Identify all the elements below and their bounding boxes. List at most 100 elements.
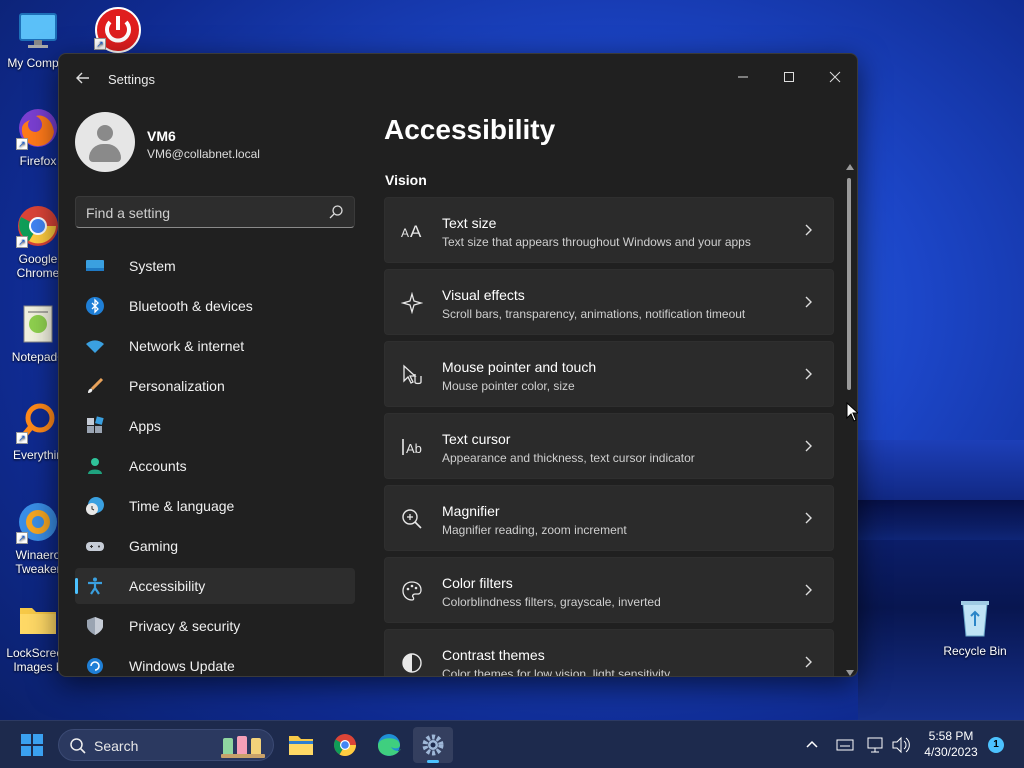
sidebar-item-label: System <box>129 258 176 274</box>
edge-icon <box>378 734 401 756</box>
system-icon <box>85 256 105 276</box>
clock-date: 4/30/2023 <box>924 745 978 759</box>
maximize-icon <box>784 72 794 82</box>
taskbar-edge[interactable] <box>369 727 409 763</box>
folder-icon <box>16 598 60 642</box>
sidebar-item-accounts[interactable]: Accounts <box>75 448 355 484</box>
tray-volume[interactable] <box>888 727 914 763</box>
card-title: Magnifier <box>442 503 500 519</box>
close-icon <box>829 71 841 83</box>
window-title: Settings <box>108 72 155 87</box>
palette-icon <box>401 580 423 602</box>
sidebar-item-personalization[interactable]: Personalization <box>75 368 355 404</box>
page-title: Accessibility <box>384 114 556 145</box>
visual-effects-icon <box>400 291 424 315</box>
taskbar-search[interactable]: Search <box>58 729 274 761</box>
sidebar-item-privacy-security[interactable]: Privacy & security <box>75 608 355 644</box>
tray-network[interactable] <box>862 727 888 763</box>
winaero-tweaker-icon: ↗ <box>16 500 60 544</box>
chevron-right-icon <box>803 582 815 598</box>
chrome-icon <box>334 734 356 756</box>
network-icon <box>867 737 883 753</box>
monitor-icon <box>16 8 60 52</box>
title-bar[interactable]: Settings <box>59 54 857 102</box>
tray-keyboard[interactable] <box>830 727 860 763</box>
card-text-size[interactable]: AA Text size Text size that appears thro… <box>384 197 834 263</box>
keyboard-icon <box>836 739 854 751</box>
magnifier-icon <box>401 508 423 530</box>
notification-badge[interactable]: 1 <box>988 737 1004 753</box>
card-description: Appearance and thickness, text cursor in… <box>442 451 695 465</box>
card-contrast-themes[interactable]: Contrast themes Color themes for low vis… <box>384 629 834 677</box>
svg-text:Ab: Ab <box>406 441 422 456</box>
firefox-icon: ↗ <box>16 106 60 150</box>
update-icon <box>85 656 105 676</box>
settings-card-list: AA Text size Text size that appears thro… <box>384 197 834 677</box>
card-title: Contrast themes <box>442 647 545 663</box>
card-text-cursor[interactable]: Ab Text cursor Appearance and thickness,… <box>384 413 834 479</box>
avatar[interactable] <box>75 112 135 172</box>
sidebar-item-system[interactable]: System <box>75 248 355 284</box>
taskbar-file-explorer[interactable] <box>281 727 321 763</box>
card-visual-effects[interactable]: Visual effects Scroll bars, transparency… <box>384 269 834 335</box>
everything-search-icon: ↗ <box>16 400 60 444</box>
minimize-button[interactable] <box>720 62 766 94</box>
desktop-icon-power[interactable]: ↗ <box>78 6 154 54</box>
close-button[interactable] <box>812 62 857 94</box>
chevron-right-icon <box>803 366 815 382</box>
recycle-bin-icon <box>953 596 997 640</box>
sidebar-item-windows-update[interactable]: Windows Update <box>75 648 355 676</box>
search-highlight-drinks-icon <box>221 736 265 758</box>
desktop-icon-recycle-bin[interactable]: Recycle Bin <box>936 596 1014 658</box>
taskbar-search-label: Search <box>94 738 139 754</box>
accessibility-icon <box>85 576 105 596</box>
search-box[interactable] <box>75 196 355 228</box>
shortcut-arrow-icon: ↗ <box>16 532 28 544</box>
card-color-filters[interactable]: Color filters Colorblindness filters, gr… <box>384 557 834 623</box>
card-mouse-pointer-touch[interactable]: Mouse pointer and touch Mouse pointer co… <box>384 341 834 407</box>
start-button[interactable] <box>12 727 52 763</box>
scroll-down-arrow-icon[interactable] <box>846 670 854 676</box>
sidebar-item-label: Apps <box>129 418 161 434</box>
search-icon[interactable] <box>328 204 344 220</box>
sidebar-item-network[interactable]: Network & internet <box>75 328 355 364</box>
sidebar-item-label: Privacy & security <box>129 618 241 634</box>
taskbar-chrome[interactable] <box>325 727 365 763</box>
main-content: Accessibility Vision AA Text size Text s… <box>369 102 857 677</box>
card-description: Text size that appears throughout Window… <box>442 235 751 249</box>
maximize-button[interactable] <box>766 62 812 94</box>
search-input[interactable] <box>86 203 316 223</box>
sidebar-item-label: Windows Update <box>129 658 235 674</box>
back-button[interactable] <box>73 68 93 88</box>
volume-icon <box>892 736 910 754</box>
power-icon: ↗ <box>94 6 141 53</box>
sidebar-item-bluetooth[interactable]: Bluetooth & devices <box>75 288 355 324</box>
scrollbar-thumb[interactable] <box>847 178 851 390</box>
taskbar: Search 5:58 PM 4/30/2023 1 <box>0 720 1024 768</box>
wifi-icon <box>85 336 105 356</box>
sidebar-item-apps[interactable]: Apps <box>75 408 355 444</box>
svg-text:A: A <box>410 222 422 241</box>
accounts-icon <box>85 456 105 476</box>
card-description: Mouse pointer color, size <box>442 379 575 393</box>
scroll-up-arrow-icon[interactable] <box>846 164 854 170</box>
card-magnifier[interactable]: Magnifier Magnifier reading, zoom increm… <box>384 485 834 551</box>
card-title: Text cursor <box>442 431 511 447</box>
card-description: Color themes for low vision, light sensi… <box>442 667 671 677</box>
minimize-icon <box>738 76 748 78</box>
back-arrow-icon <box>76 72 89 84</box>
taskbar-settings[interactable] <box>413 727 453 763</box>
svg-text:A: A <box>401 226 409 240</box>
sidebar: VM6 VM6@collabnet.local System Bluetooth… <box>59 102 369 676</box>
chevron-right-icon <box>803 510 815 526</box>
clock-time: 5:58 PM <box>928 729 974 743</box>
chevron-up-icon <box>806 740 818 748</box>
sidebar-item-accessibility[interactable]: Accessibility <box>75 568 355 604</box>
card-description: Scroll bars, transparency, animations, n… <box>442 307 746 321</box>
taskbar-clock[interactable]: 5:58 PM 4/30/2023 <box>918 729 984 759</box>
sidebar-item-label: Accessibility <box>129 578 206 594</box>
sidebar-item-time-language[interactable]: Time & language <box>75 488 355 524</box>
text-cursor-icon: Ab <box>401 436 423 458</box>
tray-overflow-button[interactable] <box>794 727 830 763</box>
sidebar-item-gaming[interactable]: Gaming <box>75 528 355 564</box>
